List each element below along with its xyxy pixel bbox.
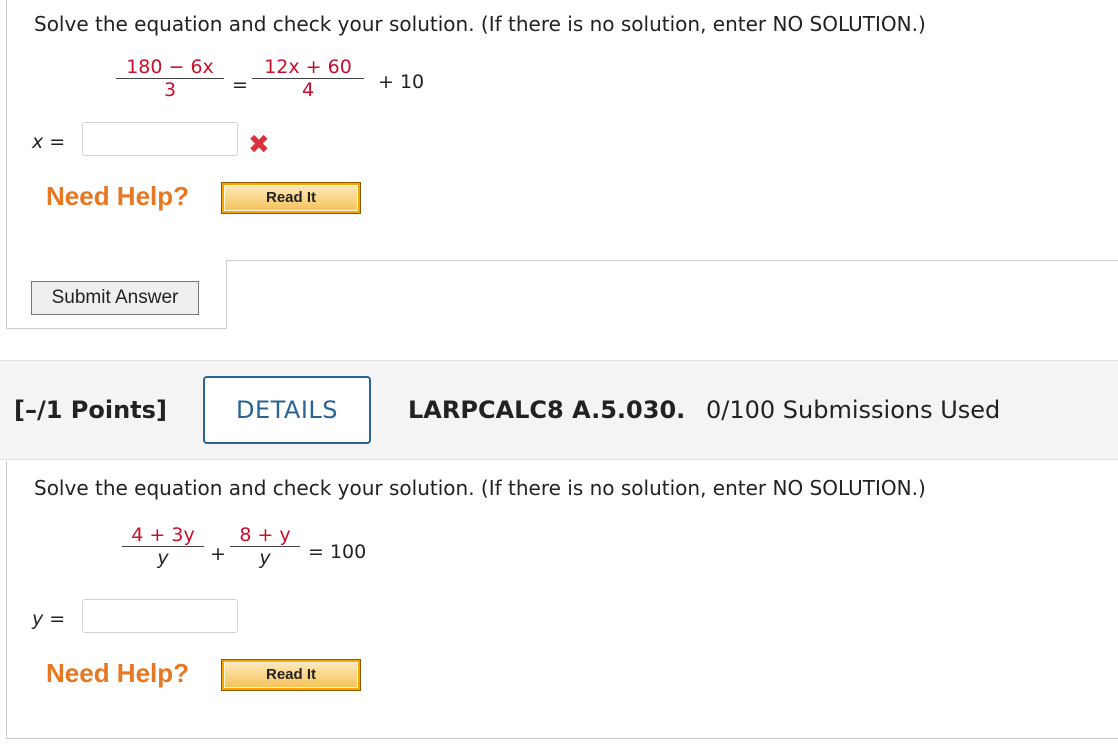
q2-frac1-numerator: 4 + 3y (131, 524, 195, 546)
read-it-label: Read It (224, 185, 358, 211)
panel-border-left (6, 461, 7, 739)
q1-read-it-button[interactable]: Read It (221, 182, 361, 214)
q2-answer-input[interactable] (82, 599, 238, 633)
q2-frac2-denominator: y (259, 547, 271, 569)
read-it-label: Read It (224, 662, 358, 688)
q1-answer-label: x = (32, 131, 66, 153)
panel-border-bottom (6, 738, 1118, 739)
panel-border-bottom (6, 328, 226, 329)
q1-left-numerator: 180 − 6x (126, 56, 214, 78)
q1-right-numerator: 12x + 60 (264, 56, 352, 78)
q2-need-help-label: Need Help? (46, 658, 190, 688)
q1-left-fraction: 180 − 6x 3 (116, 56, 224, 101)
q1-need-help-label: Need Help? (46, 181, 190, 211)
q1-equals-sign: = (232, 74, 248, 96)
panel-border-right (226, 260, 227, 329)
q2-submissions-used: 0/100 Submissions Used (706, 396, 1001, 424)
q1-right-denominator: 4 (301, 79, 315, 101)
q1-right-tail: + 10 (378, 71, 425, 93)
q2-fraction-1: 4 + 3y y (122, 524, 204, 569)
q1-answer-input[interactable] (82, 122, 238, 156)
q2-question-id: LARPCALC8 A.5.030. (408, 396, 686, 424)
panel-border-left (6, 0, 7, 328)
details-button[interactable]: DETAILS (203, 376, 371, 444)
question2-prompt: Solve the equation and check your soluti… (34, 476, 926, 500)
q2-frac1-denominator: y (157, 547, 169, 569)
q2-fraction-2: 8 + y y (230, 524, 300, 569)
q2-read-it-button[interactable]: Read It (221, 659, 361, 691)
q1-left-denominator: 3 (163, 79, 177, 101)
submit-answer-button[interactable]: Submit Answer (31, 281, 199, 315)
question1-prompt: Solve the equation and check your soluti… (34, 12, 926, 36)
q1-right-fraction: 12x + 60 4 (252, 56, 364, 101)
panel-border-step (226, 260, 1118, 261)
q2-rhs: = 100 (308, 541, 367, 563)
x-mark-icon: ✖ (248, 130, 270, 160)
q2-answer-label: y = (32, 608, 66, 630)
q2-points: [–/1 Points] (14, 396, 167, 424)
q2-plus-sign: + (210, 543, 226, 565)
q2-frac2-numerator: 8 + y (239, 524, 291, 546)
